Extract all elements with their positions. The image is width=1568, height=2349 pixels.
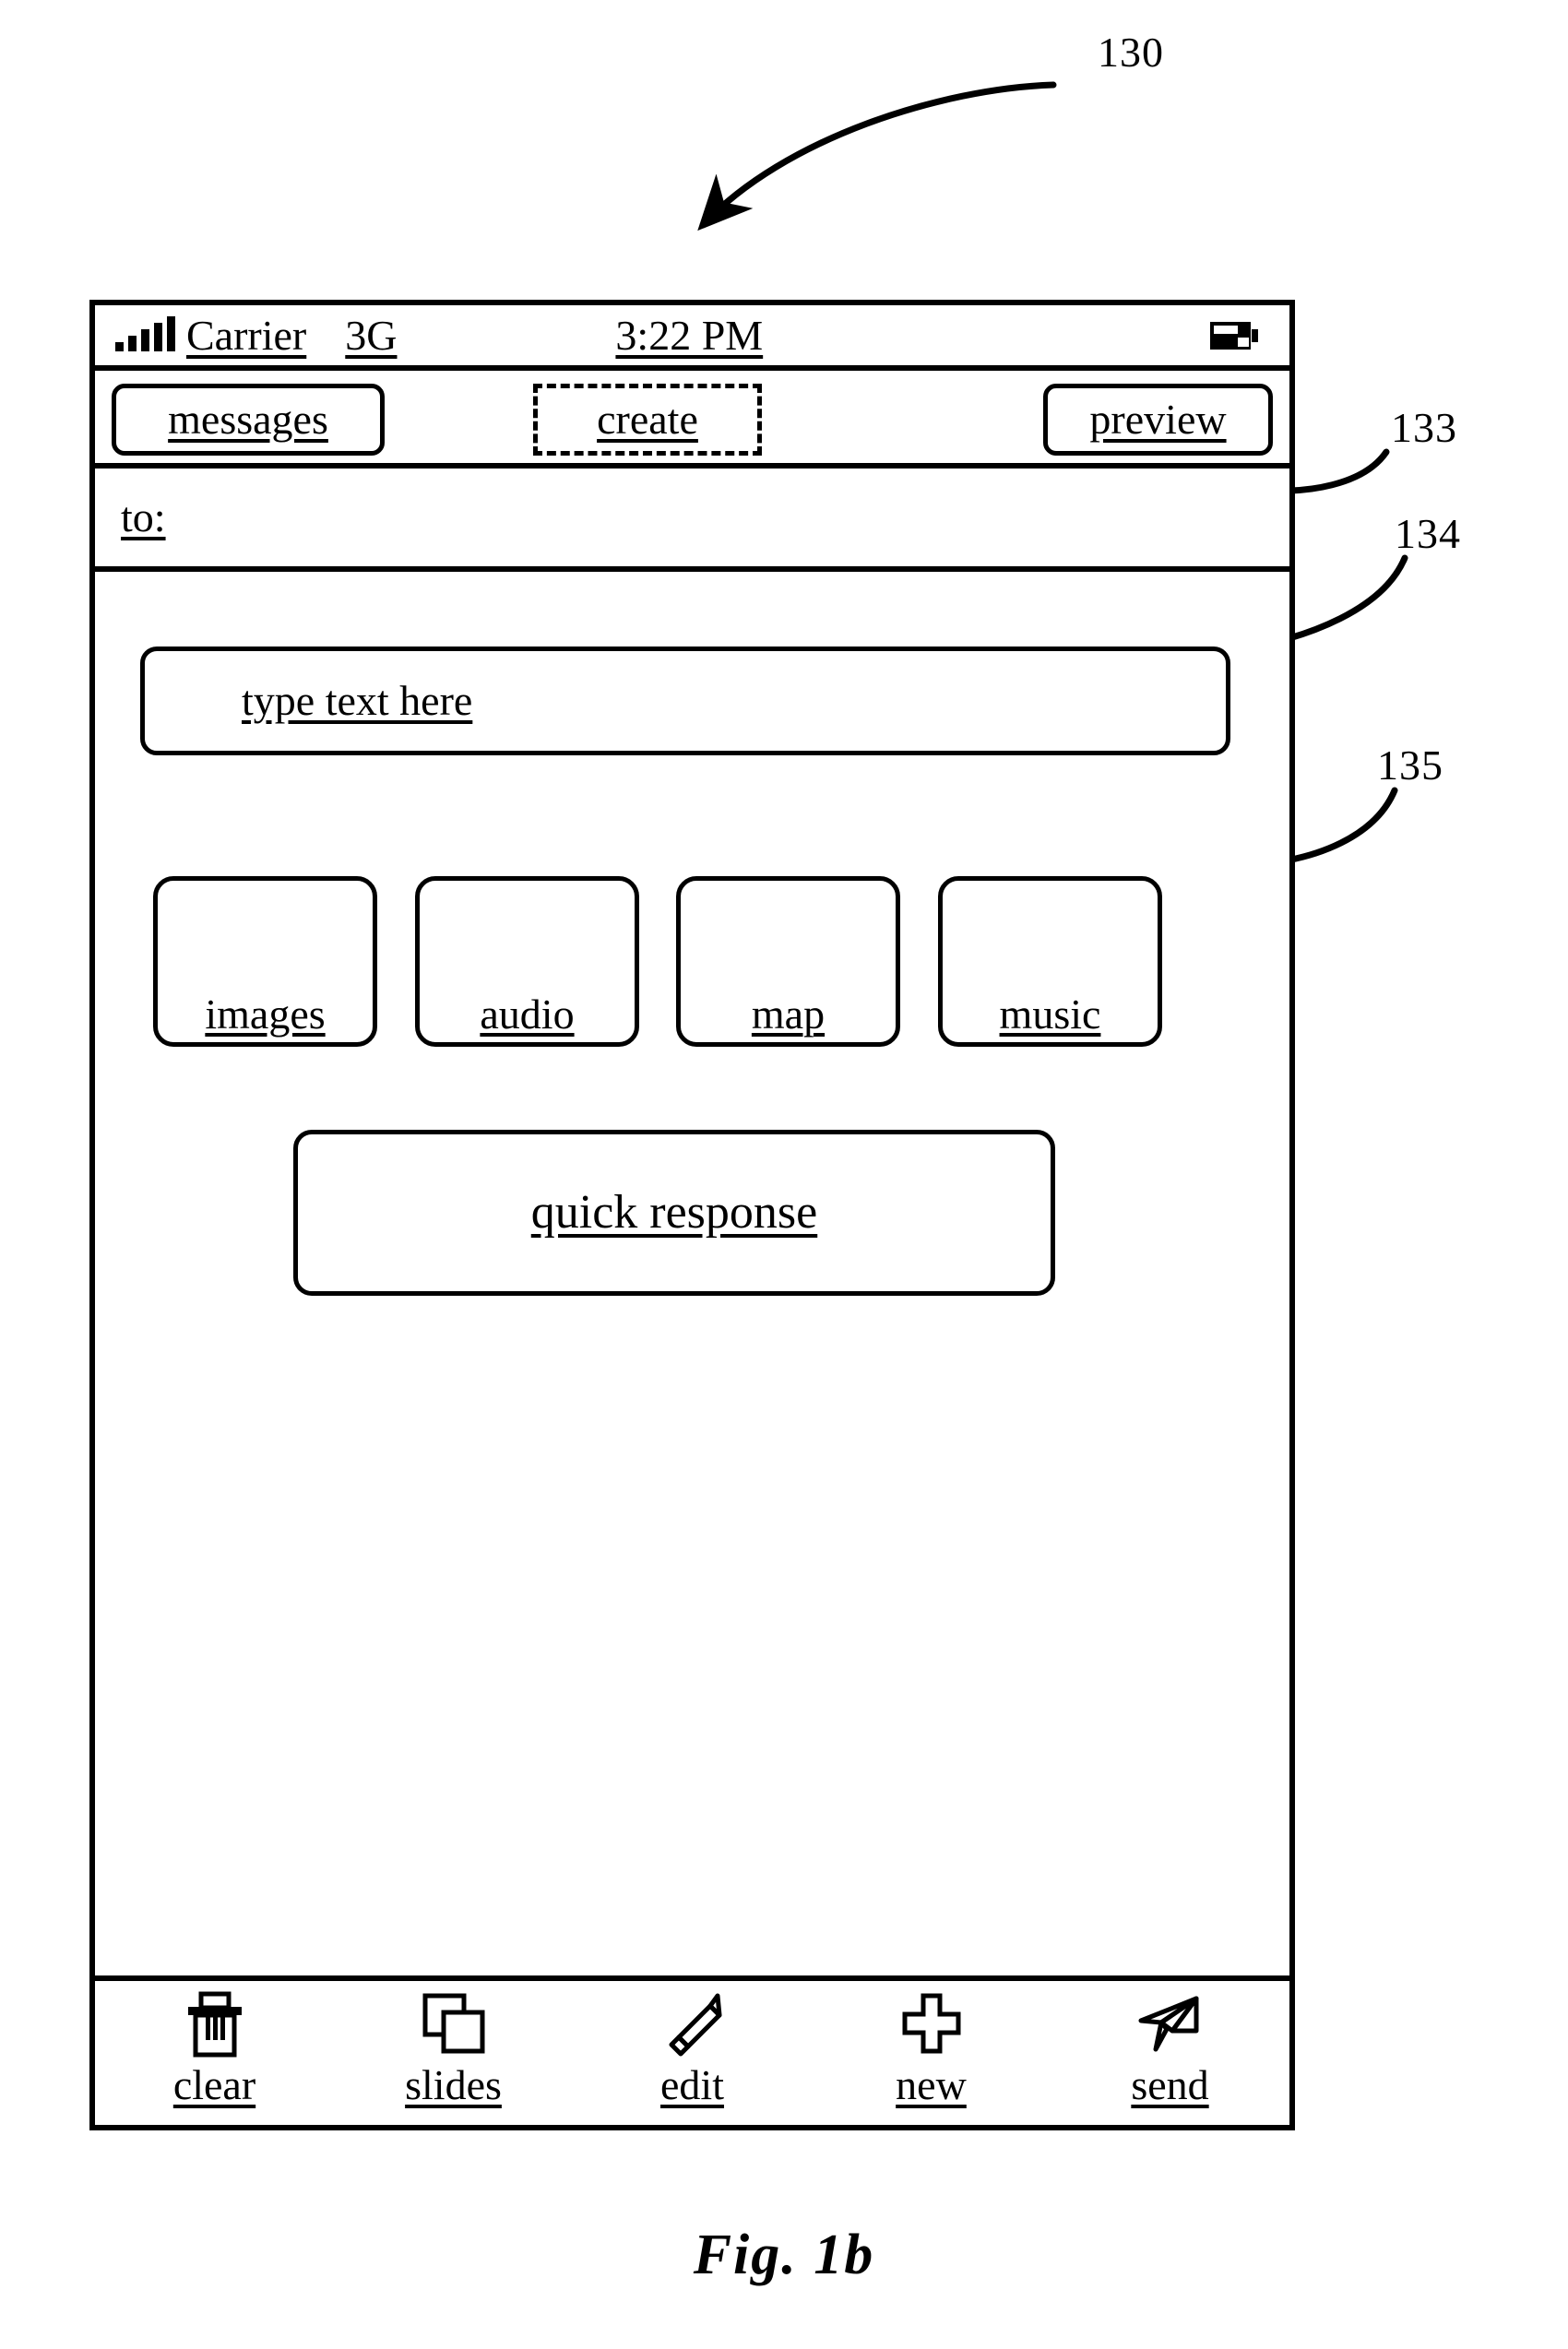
toolbar-item-send-label: send [1131,2061,1209,2108]
signal-bars-icon [115,315,175,351]
message-text-input-placeholder: type text here [242,677,473,724]
reference-numeral-133: 133 [1391,404,1457,451]
reference-numeral-134: 134 [1395,510,1461,557]
trash-icon [184,1990,245,2058]
toolbar-item-clear[interactable]: clear [95,1981,334,2134]
toolbar-item-edit[interactable]: edit [573,1981,812,2134]
create-tab-label: create [597,396,698,443]
navigation-bar: messages create preview [95,371,1289,469]
slides-icon [422,1990,486,2058]
paper-plane-icon [1135,1990,1206,2058]
create-tab-button[interactable]: create [533,384,762,456]
compose-area: type text here images audio map music qu… [95,572,1289,1985]
media-button-music[interactable]: music [938,876,1162,1047]
status-bar: Carrier 3G 3:22 PM [95,305,1289,371]
media-button-map[interactable]: map [676,876,900,1047]
recipient-field-label: to: [121,493,166,540]
phone-device-mockup: Carrier 3G 3:22 PM messages create previ… [89,300,1295,2130]
preview-button[interactable]: preview [1043,384,1273,456]
media-button-audio-label: audio [480,990,575,1038]
reference-numeral-130: 130 [1098,29,1164,76]
toolbar-item-send[interactable]: send [1051,1981,1289,2134]
pencil-icon [659,1990,726,2058]
bottom-toolbar: clear slides edit new send [95,1975,1289,2125]
media-button-music-label: music [999,990,1101,1038]
quick-response-button[interactable]: quick response [293,1130,1055,1296]
preview-button-label: preview [1089,396,1227,443]
toolbar-item-new[interactable]: new [812,1981,1051,2134]
toolbar-item-slides[interactable]: slides [334,1981,573,2134]
figure-caption: Fig. 1b [693,2224,875,2286]
carrier-label: Carrier [186,311,307,359]
battery-icon [1210,321,1258,350]
media-button-images[interactable]: images [153,876,377,1047]
media-button-audio[interactable]: audio [415,876,639,1047]
toolbar-item-clear-label: clear [172,2061,256,2108]
toolbar-item-edit-label: edit [660,2061,724,2108]
message-text-input[interactable]: type text here [140,647,1230,755]
recipient-field[interactable]: to: [95,469,1289,572]
media-attachment-row: images audio map music [140,876,1230,1047]
media-button-map-label: map [751,990,826,1038]
plus-icon [899,1990,964,2058]
quick-response-button-label: quick response [530,1186,818,1239]
toolbar-item-slides-label: slides [405,2061,502,2108]
messages-back-button-label: messages [168,396,328,443]
toolbar-item-new-label: new [896,2061,967,2108]
network-type-label: 3G [345,311,398,359]
clock-label: 3:22 PM [615,311,764,359]
reference-numeral-135: 135 [1377,741,1443,789]
media-button-images-label: images [205,990,326,1038]
messages-back-button[interactable]: messages [112,384,385,456]
